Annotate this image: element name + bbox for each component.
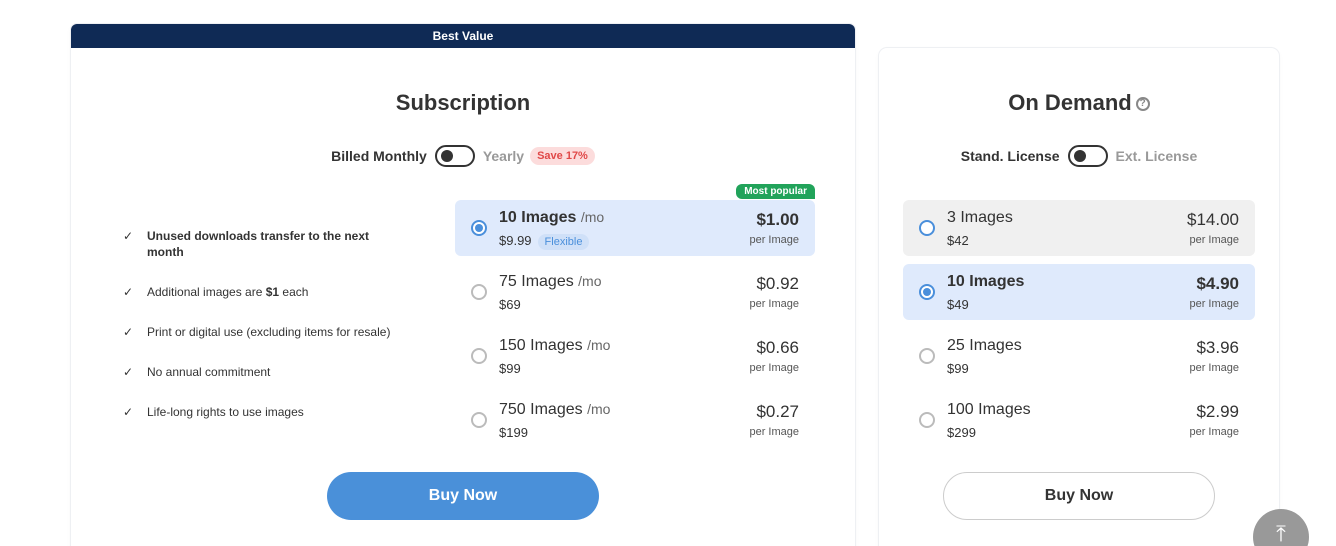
- feature-item: ✓ Additional images are $1 each: [123, 284, 387, 300]
- per-image-price: $0.27: [756, 402, 799, 421]
- per-image-label: per Image: [1189, 234, 1239, 246]
- plan-price: $49: [947, 297, 969, 312]
- plan-option-10-images[interactable]: Most popular 10 Images /mo $9.99 Flexible…: [455, 184, 815, 256]
- check-icon: ✓: [123, 285, 134, 299]
- feature-text: Unused downloads transfer to the next mo…: [147, 229, 370, 259]
- plan-price: $99: [947, 361, 969, 376]
- per-image-price: $0.92: [756, 274, 799, 293]
- od-plan-option-10-images[interactable]: 10 Images $49 $4.90 per Image: [903, 264, 1255, 320]
- per-image-price: $0.66: [756, 338, 799, 357]
- yearly-label[interactable]: Yearly: [483, 148, 524, 164]
- plan-price: $199: [499, 425, 528, 440]
- plan-radio[interactable]: [919, 284, 935, 300]
- on-demand-card: On Demand? Stand. License Ext. License 3…: [879, 48, 1279, 546]
- license-toggle-row: Stand. License Ext. License: [879, 145, 1279, 167]
- plan-name: 10 Images: [947, 273, 1025, 290]
- license-toggle-switch[interactable]: [1067, 145, 1108, 167]
- check-icon: ✓: [123, 229, 134, 243]
- feature-text: Print or digital use (excluding items fo…: [147, 325, 391, 339]
- feature-item: ✓ Print or digital use (excluding items …: [123, 324, 427, 340]
- plan-name: 100 Images: [947, 401, 1031, 418]
- on-demand-buy-now-button[interactable]: Buy Now: [943, 472, 1215, 520]
- on-demand-title: On Demand?: [879, 90, 1279, 116]
- feature-item: ✓ No annual commitment: [123, 364, 387, 380]
- per-image-label: per Image: [1189, 362, 1239, 374]
- plan-option-150-images[interactable]: 150 Images /mo $99 $0.66 per Image: [455, 328, 815, 384]
- standard-license-label[interactable]: Stand. License: [961, 148, 1060, 164]
- od-plan-option-100-images[interactable]: 100 Images $299 $2.99 per Image: [903, 392, 1255, 448]
- plan-radio[interactable]: [919, 348, 935, 364]
- extended-license-label[interactable]: Ext. License: [1116, 148, 1198, 164]
- feature-item: ✓ Life-long rights to use images: [123, 404, 387, 420]
- od-plan-option-3-images[interactable]: 3 Images $42 $14.00 per Image: [903, 200, 1255, 256]
- plan-name: 10 Images /mo: [499, 209, 605, 226]
- best-value-banner: Best Value: [71, 24, 855, 48]
- per-image-label: per Image: [749, 298, 799, 310]
- toggle-knob: [1073, 150, 1086, 162]
- feature-text: Additional images are $1 each: [147, 285, 309, 299]
- per-image-label: per Image: [1189, 426, 1239, 438]
- feature-item: ✓ Unused downloads transfer to the next …: [123, 228, 387, 260]
- per-image-price: $1.00: [756, 210, 799, 229]
- flexible-badge: Flexible: [537, 234, 590, 250]
- subscription-title: Subscription: [395, 90, 531, 115]
- plan-name: 750 Images /mo: [499, 401, 611, 418]
- plan-price: $69: [499, 297, 521, 312]
- plan-radio[interactable]: [471, 412, 487, 428]
- check-icon: ✓: [123, 325, 134, 339]
- help-icon[interactable]: ?: [1135, 97, 1150, 112]
- billed-monthly-label[interactable]: Billed Monthly: [331, 148, 427, 164]
- feature-text: Life-long rights to use images: [147, 405, 304, 419]
- plan-price: $42: [947, 233, 969, 248]
- plan-radio[interactable]: [919, 412, 935, 428]
- feature-text: No annual commitment: [147, 365, 271, 379]
- per-image-price: $14.00: [1187, 210, 1239, 229]
- plan-radio[interactable]: [471, 220, 487, 236]
- plan-price: $99: [499, 361, 521, 376]
- plan-radio[interactable]: [471, 284, 487, 300]
- od-plan-option-25-images[interactable]: 25 Images $99 $3.96 per Image: [903, 328, 1255, 384]
- plan-name: 3 Images: [947, 209, 1013, 226]
- plan-option-750-images[interactable]: 750 Images /mo $199 $0.27 per Image: [455, 392, 815, 448]
- per-image-price: $4.90: [1196, 274, 1239, 293]
- per-image-label: per Image: [1189, 298, 1239, 310]
- save-badge: Save 17%: [530, 147, 595, 165]
- per-image-price: $3.96: [1196, 338, 1239, 357]
- check-icon: ✓: [123, 405, 134, 419]
- per-image-label: per Image: [749, 362, 799, 374]
- plan-radio[interactable]: [919, 220, 935, 236]
- subscription-card: Best Value Subscription Billed Monthly Y…: [71, 24, 855, 546]
- subscription-buy-now-button[interactable]: Buy Now: [327, 472, 599, 520]
- most-popular-tag: Most popular: [736, 184, 815, 199]
- plan-option-75-images[interactable]: 75 Images /mo $69 $0.92 per Image: [455, 264, 815, 320]
- toggle-knob: [440, 150, 453, 162]
- plan-name: 75 Images /mo: [499, 273, 602, 290]
- per-image-label: per Image: [749, 426, 799, 438]
- per-image-price: $2.99: [1196, 402, 1239, 421]
- per-image-label: per Image: [749, 234, 799, 246]
- plan-radio[interactable]: [471, 348, 487, 364]
- billing-toggle-switch[interactable]: [434, 145, 475, 167]
- plan-price: $9.99 Flexible: [499, 233, 590, 250]
- plan-price: $299: [947, 425, 976, 440]
- plan-name: 25 Images: [947, 337, 1022, 354]
- check-icon: ✓: [123, 365, 134, 379]
- plan-name: 150 Images /mo: [499, 337, 611, 354]
- billing-toggle-row: Billed Monthly Yearly Save 17%: [71, 145, 855, 167]
